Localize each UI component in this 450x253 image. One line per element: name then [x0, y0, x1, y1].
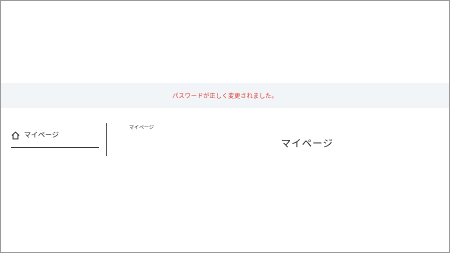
notice-message: パスワードが正しく変更されました。: [172, 93, 278, 100]
success-notice: パスワードが正しく変更されました。: [1, 83, 449, 108]
sidebar-item-mypage[interactable]: マイページ: [11, 123, 99, 148]
app-window: パスワードが正しく変更されました。 マイページ マイページ マイページ: [0, 0, 450, 253]
sidebar-item-label: マイページ: [24, 131, 59, 139]
sidebar: マイページ: [11, 123, 99, 148]
breadcrumb[interactable]: マイページ: [129, 124, 154, 131]
page-title: マイページ: [280, 139, 334, 150]
home-icon: [11, 130, 20, 140]
